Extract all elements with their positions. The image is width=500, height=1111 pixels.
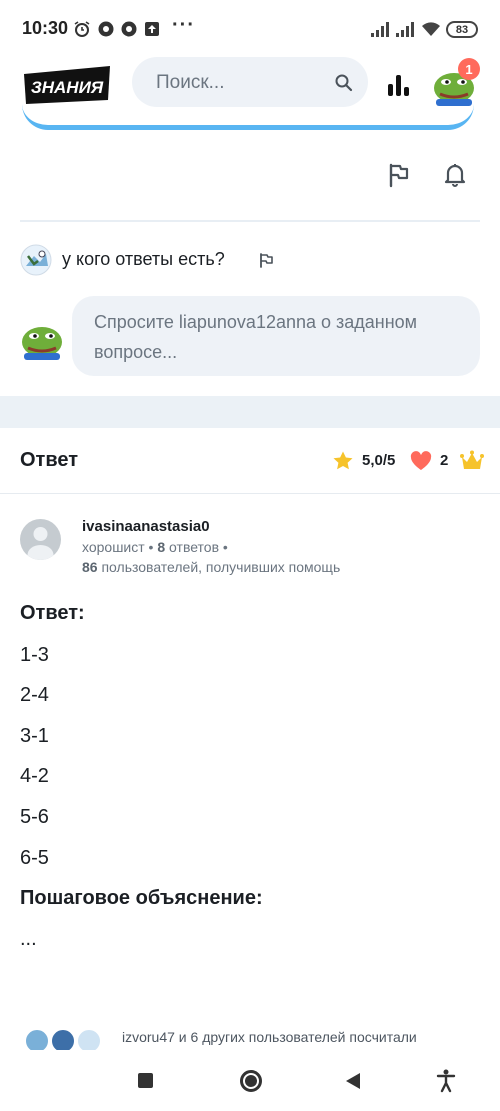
author-rank: хорошист xyxy=(82,539,145,555)
status-bar: 10:30 ··· 83 xyxy=(0,0,500,58)
report-flag-icon[interactable] xyxy=(386,162,412,188)
author-answers-count: 8 xyxy=(157,539,166,555)
znaniya-logo[interactable]: ЗНАНИЯ xyxy=(22,64,112,106)
bell-icon[interactable] xyxy=(442,162,468,188)
my-avatar xyxy=(20,320,64,360)
explanation-text: ... xyxy=(20,928,37,950)
chrome-icon xyxy=(119,19,139,39)
wifi-icon xyxy=(420,19,442,39)
status-time: 10:30 xyxy=(22,18,69,38)
divider xyxy=(0,493,500,494)
answer-line: 6-5 xyxy=(20,847,49,869)
section-separator xyxy=(0,396,500,428)
answer-line: 2-4 xyxy=(20,684,49,706)
question-card-edge xyxy=(22,104,474,130)
heart-icon[interactable] xyxy=(410,451,432,471)
answer-line: 4-2 xyxy=(20,765,49,787)
answer-author-helped: 86 пользователей, получивших помощь xyxy=(82,559,340,575)
signal-icon xyxy=(395,19,417,39)
crown-icon xyxy=(460,450,484,472)
thanked-users-text: izvoru47 и 6 других пользователей посчит… xyxy=(122,1029,417,1045)
answer-line: 3-1 xyxy=(20,725,49,747)
notification-badge[interactable]: 1 xyxy=(458,58,480,80)
answer-author-username[interactable]: ivasinaanastasia0 xyxy=(82,518,210,535)
answer-author-avatar[interactable] xyxy=(20,519,61,560)
comment-author-avatar[interactable] xyxy=(20,244,52,276)
answer-section-title: Ответ xyxy=(20,449,79,471)
more-notifications-icon: ··· xyxy=(172,14,195,36)
logo-text: ЗНАНИЯ xyxy=(31,78,104,97)
chrome-icon xyxy=(96,19,116,39)
thanks-count: 2 xyxy=(440,452,449,469)
search-placeholder: Поиск... xyxy=(156,72,225,93)
answer-author-meta: хорошист • 8 ответов • xyxy=(82,539,228,555)
back-button[interactable] xyxy=(345,1072,361,1090)
comment-flag-icon[interactable] xyxy=(258,252,274,268)
battery-icon: 83 xyxy=(446,21,478,38)
star-icon xyxy=(332,450,354,472)
upload-icon xyxy=(142,19,162,39)
answer-heading: Ответ: xyxy=(20,602,85,624)
explanation-heading: Пошаговое объяснение: xyxy=(20,887,263,909)
stats-icon[interactable] xyxy=(386,72,412,98)
answer-rating: 5,0/5 xyxy=(362,452,396,469)
alarm-icon xyxy=(72,19,92,39)
signal-icon xyxy=(370,19,392,39)
answer-line: 5-6 xyxy=(20,806,49,828)
comment-text: у кого ответы есть? xyxy=(62,249,225,269)
recent-apps-button[interactable] xyxy=(138,1073,153,1088)
answer-line: 1-3 xyxy=(20,644,49,666)
accessibility-icon[interactable] xyxy=(436,1069,456,1093)
divider xyxy=(20,220,480,222)
comment-input-placeholder: Спросите liapunova12anna о заданном вопр… xyxy=(94,312,418,362)
author-answers-label: ответов xyxy=(169,539,220,555)
author-helped-count: 86 xyxy=(82,559,98,575)
author-helped-label: пользователей, получивших помощь xyxy=(101,559,341,575)
home-button[interactable] xyxy=(240,1070,262,1092)
search-icon[interactable] xyxy=(334,73,354,93)
